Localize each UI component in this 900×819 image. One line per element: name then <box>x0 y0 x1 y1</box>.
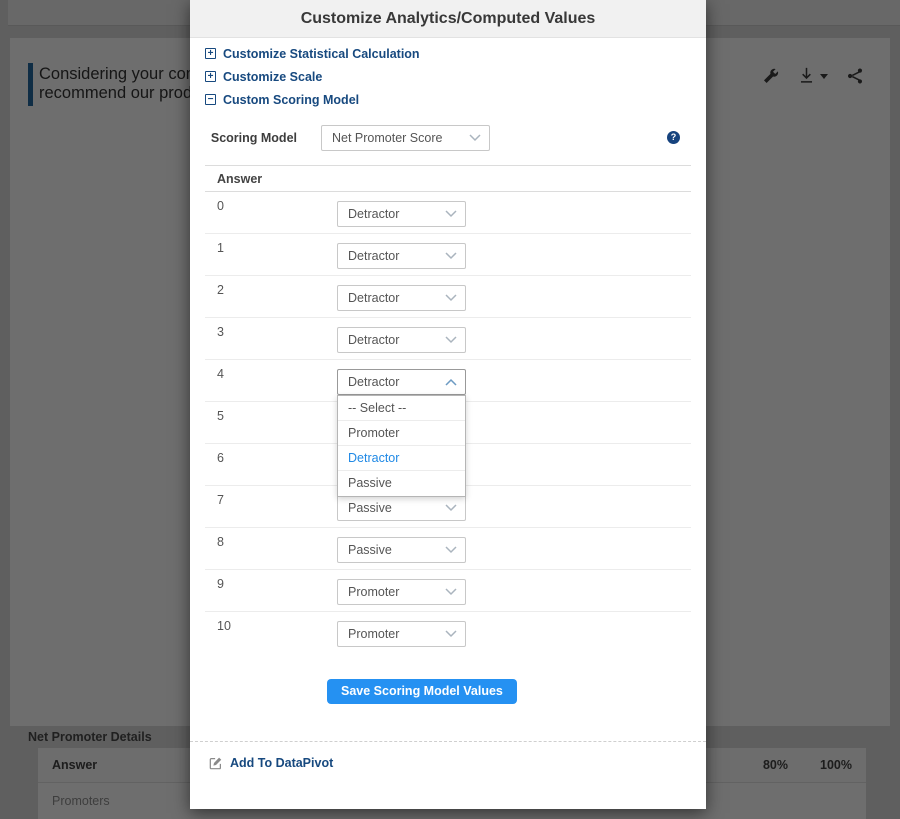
answer-3-select[interactable]: Detractor <box>337 327 466 353</box>
save-scoring-model-button[interactable]: Save Scoring Model Values <box>327 679 517 704</box>
answer-9-select[interactable]: Promoter <box>337 579 466 605</box>
table-row: 4 Detractor -- Select -- Promoter Detrac… <box>205 360 691 402</box>
section-customize-statistical-calculation[interactable]: + Customize Statistical Calculation <box>205 42 691 65</box>
chevron-down-icon <box>445 210 457 218</box>
chevron-down-icon <box>445 336 457 344</box>
chevron-down-icon <box>445 630 457 638</box>
chevron-down-icon <box>445 504 457 512</box>
table-row: 3 Detractor <box>205 318 691 360</box>
chevron-up-icon <box>445 378 457 386</box>
chevron-down-icon <box>469 134 481 142</box>
table-row: 0 Detractor <box>205 192 691 234</box>
modal-footer: Add To DataPivot <box>190 741 706 789</box>
scoring-model-select[interactable]: Net Promoter Score <box>321 125 490 151</box>
scoring-rows: 0 Detractor 1 Detractor 2 Detractor 3 De… <box>205 192 691 654</box>
section-custom-scoring-model[interactable]: − Custom Scoring Model <box>205 88 691 111</box>
scoring-model-label: Scoring Model <box>205 125 297 151</box>
dropdown-option-passive[interactable]: Passive <box>338 471 465 496</box>
chevron-down-icon <box>445 294 457 302</box>
answer-8-select[interactable]: Passive <box>337 537 466 563</box>
answer-10-select[interactable]: Promoter <box>337 621 466 647</box>
section-label: Custom Scoring Model <box>223 93 359 107</box>
answer-7-select[interactable]: Passive <box>337 495 466 521</box>
add-to-datapivot-link[interactable]: Add To DataPivot <box>209 756 333 770</box>
answer-2-select[interactable]: Detractor <box>337 285 466 311</box>
answer-4-select-open[interactable]: Detractor <box>337 369 466 395</box>
scoring-model-row: Scoring Model Net Promoter Score ? <box>205 125 691 151</box>
section-label: Customize Scale <box>223 70 322 84</box>
edit-pencil-icon <box>209 756 223 770</box>
expand-plus-icon[interactable]: + <box>205 71 216 82</box>
chevron-down-icon <box>445 588 457 596</box>
table-row: 10 Promoter <box>205 612 691 654</box>
chevron-down-icon <box>445 252 457 260</box>
help-icon[interactable]: ? <box>667 131 680 144</box>
dropdown-option-select[interactable]: -- Select -- <box>338 396 465 421</box>
section-label: Customize Statistical Calculation <box>223 47 420 61</box>
section-customize-scale[interactable]: + Customize Scale <box>205 65 691 88</box>
dropdown-option-detractor[interactable]: Detractor <box>338 446 465 471</box>
collapse-minus-icon[interactable]: − <box>205 94 216 105</box>
answer-0-select[interactable]: Detractor <box>337 201 466 227</box>
customize-analytics-modal: Customize Analytics/Computed Values + Cu… <box>190 0 706 809</box>
table-row: 8 Passive <box>205 528 691 570</box>
modal-title: Customize Analytics/Computed Values <box>190 0 706 38</box>
answer-1-select[interactable]: Detractor <box>337 243 466 269</box>
expand-plus-icon[interactable]: + <box>205 48 216 59</box>
table-row: 2 Detractor <box>205 276 691 318</box>
accordion-sections: + Customize Statistical Calculation + Cu… <box>205 42 691 111</box>
table-row: 9 Promoter <box>205 570 691 612</box>
chevron-down-icon <box>445 546 457 554</box>
answer-4-dropdown-menu: -- Select -- Promoter Detractor Passive <box>337 395 466 497</box>
table-row: 1 Detractor <box>205 234 691 276</box>
dropdown-option-promoter[interactable]: Promoter <box>338 421 465 446</box>
answer-column-header: Answer <box>205 165 691 192</box>
